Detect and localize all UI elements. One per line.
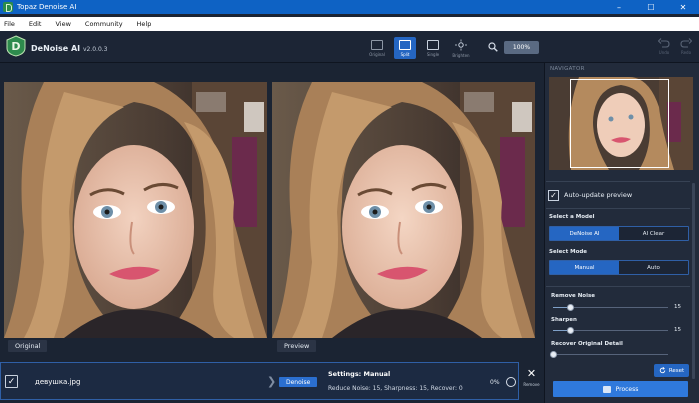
original-label: Original [8,340,48,352]
svg-text:D: D [11,40,20,53]
remove-noise-slider[interactable] [553,304,668,311]
file-name: девушка.jpg [35,378,81,386]
menu-bar: File Edit View Community Help [0,17,699,31]
view-brighten-button[interactable]: Brighten [450,37,472,59]
divider [546,208,690,209]
auto-update-checkbox[interactable]: ✓ [548,189,559,201]
menu-edit[interactable]: Edit [29,20,42,28]
model-selector: DeNoise AI AI Clear [549,226,689,241]
menu-help[interactable]: Help [137,20,152,28]
close-icon: ✕ [526,367,537,380]
toolbar: D DeNoise AI v2.0.0.3 [0,31,699,63]
recover-detail-slider[interactable] [550,351,668,358]
model-ai-clear-button[interactable]: AI Clear [619,227,688,240]
maximize-button[interactable]: ☐ [635,0,667,14]
denoise-logo-icon: D [6,35,26,57]
progress-percent: 0% [490,379,500,386]
app-name: DeNoise AI v2.0.0.3 [31,44,107,53]
split-view-icon [399,40,411,50]
mode-auto-button[interactable]: Auto [619,261,688,274]
chevron-right-icon: ❯ [267,375,277,388]
model-section-label: Select a Model [549,214,595,220]
minimize-button[interactable]: – [603,0,635,14]
process-button[interactable]: Process [553,381,688,397]
auto-update-toggle[interactable]: ✓ Auto-update preview [548,186,688,204]
mode-section-label: Select Mode [549,249,588,255]
title-bar: Topaz Denoise AI – ☐ ✕ [0,0,699,14]
redo-icon [680,38,692,48]
mode-selector: Manual Auto [549,260,689,275]
view-single-button[interactable]: Single [422,37,444,59]
reset-label: Reset [668,367,685,374]
reset-icon [659,367,666,374]
app-version: v2.0.0.3 [82,46,108,53]
view-split-label: Split [400,52,410,57]
save-icon [602,385,611,393]
close-button[interactable]: ✕ [667,0,699,14]
auto-update-label: Auto-update preview [564,191,633,199]
single-view-icon [427,40,439,50]
sharpen-value: 15 [674,327,681,333]
mode-manual-button[interactable]: Manual [550,261,619,274]
undo-icon [658,38,670,48]
settings-detail: Reduce Noise: 15, Sharpness: 15, Recover… [328,385,463,392]
menu-community[interactable]: Community [85,20,123,28]
slider-handle[interactable] [550,351,557,358]
panel-scrollbar[interactable] [692,183,695,379]
menu-file[interactable]: File [4,20,15,28]
recover-detail-label: Recover Original Detail [551,341,623,347]
redo-label: Redo [680,50,692,55]
zoom-icon[interactable] [488,42,498,52]
remove-noise-value: 15 [674,304,681,310]
portrait-photo-original [4,82,267,338]
file-row[interactable]: ✓ девушка.jpg ❯ Denoise Settings: Manual… [0,362,519,400]
remove-noise-label: Remove Noise [551,293,595,299]
menu-view[interactable]: View [55,20,70,28]
model-denoise-ai-button[interactable]: DeNoise AI [550,227,619,240]
sharpen-label: Sharpen [551,317,577,323]
settings-title: Settings: Manual [328,370,391,378]
zoom-level-field[interactable]: 100% [504,41,539,54]
sharpen-slider[interactable] [553,327,668,334]
view-split-button[interactable]: Split [394,37,416,59]
navigator-title: NAVIGATOR [550,66,585,72]
app-name-text: DeNoise AI [31,44,81,53]
slider-handle[interactable] [567,304,574,311]
reset-button[interactable]: Reset [654,364,689,377]
navigator-thumbnail[interactable] [549,77,693,170]
process-label: Process [615,385,639,393]
file-checkbox[interactable]: ✓ [5,375,18,388]
image-icon [371,40,383,50]
navigator-viewport-frame[interactable] [570,79,669,168]
preview-image[interactable] [272,82,535,338]
remove-button[interactable]: ✕ Remove [521,368,542,392]
divider [546,286,690,287]
window-title: Topaz Denoise AI [17,3,77,11]
view-single-label: Single [426,52,440,57]
view-original-label: Original [369,52,385,57]
window-controls: – ☐ ✕ [603,0,699,14]
progress-spinner-icon [506,377,516,387]
slider-handle[interactable] [567,327,574,334]
remove-label: Remove [523,382,540,387]
redo-button[interactable]: Redo [678,38,694,58]
original-image[interactable] [4,82,267,338]
portrait-photo-preview [272,82,535,338]
view-original-button[interactable]: Original [366,37,388,59]
undo-label: Undo [658,50,670,55]
preview-label: Preview [277,340,317,352]
denoise-tag: Denoise [279,377,318,387]
view-brighten-label: Brighten [452,53,470,58]
brighten-icon [455,39,467,51]
undo-button[interactable]: Undo [656,38,672,58]
divider [546,181,690,182]
app-icon [3,2,13,12]
